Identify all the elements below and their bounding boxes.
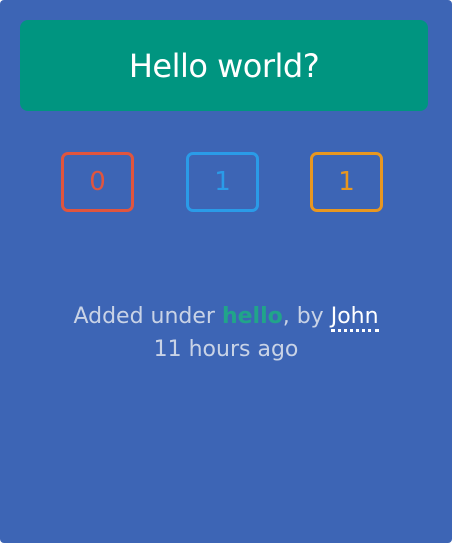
post-title: Hello world?: [128, 46, 320, 85]
orange-counter[interactable]: 1: [310, 152, 383, 212]
post-meta: Added under hello, by John 11 hours ago: [0, 300, 452, 366]
blue-counter[interactable]: 1: [186, 152, 259, 212]
post-title-banner[interactable]: Hello world?: [20, 20, 428, 111]
red-counter[interactable]: 0: [61, 152, 134, 212]
author-link[interactable]: John: [330, 304, 379, 332]
post-meta-line: Added under hello, by John: [0, 300, 452, 333]
post-card: Hello world? 0 1 1 Added under hello, by…: [0, 0, 452, 543]
category-link[interactable]: hello: [222, 304, 283, 329]
post-time: 11 hours ago: [153, 337, 299, 362]
added-under-text: Added under: [73, 304, 222, 329]
by-text: , by: [282, 304, 331, 329]
